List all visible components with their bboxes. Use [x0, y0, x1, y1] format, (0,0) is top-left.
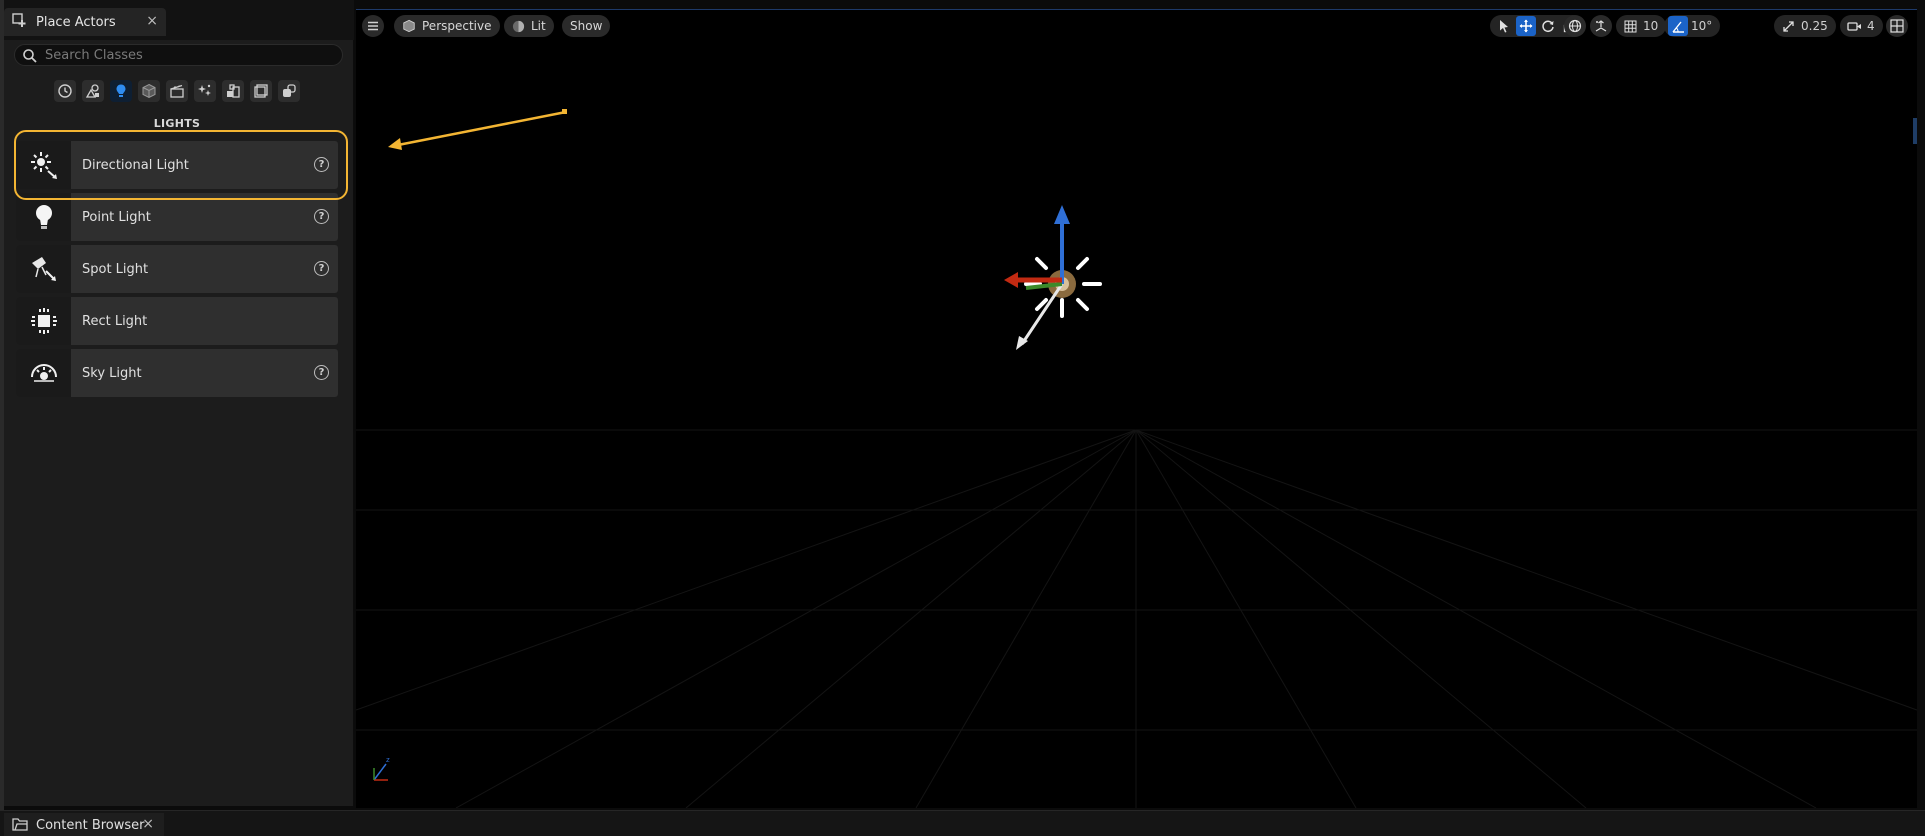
cinematic-icon [170, 84, 184, 98]
close-icon[interactable]: × [146, 13, 158, 29]
visual-effects-category-button[interactable] [194, 80, 216, 102]
basic-shapes-icon [85, 84, 99, 98]
content-browser-icon [12, 816, 28, 835]
search-input[interactable] [45, 47, 342, 63]
basic-category-button[interactable] [82, 80, 104, 102]
camera-speed-value[interactable]: 4 [1866, 19, 1879, 33]
highlight-outline [14, 130, 348, 200]
camera-speed-icon[interactable] [1844, 16, 1864, 36]
list-item-rect-light[interactable]: Rect Light [16, 297, 338, 345]
clock-icon [58, 84, 72, 98]
grid-snap-value[interactable]: 10 [1642, 19, 1662, 33]
show-flags-button[interactable]: Show [562, 15, 611, 37]
visual-effects-icon [198, 84, 211, 96]
place-actors-icon [12, 12, 28, 32]
section-label-lights: LIGHTS [153, 117, 201, 130]
perspective-button[interactable]: Perspective [394, 15, 500, 37]
geometry-icon [227, 84, 240, 98]
content-browser-tab-title: Content Browser [36, 817, 145, 833]
world-local-toggle[interactable] [1564, 15, 1586, 37]
recently-placed-category-button[interactable] [54, 80, 76, 102]
unreal-editor: Place Actors × Search Classes LIGHTS Dir… [0, 0, 1925, 836]
show-label: Show [570, 19, 603, 33]
perspective-label: Perspective [422, 19, 492, 33]
help-icon[interactable]: ? [314, 209, 329, 224]
point-light-icon [16, 193, 71, 241]
rotation-snap-group[interactable]: 10° [1664, 15, 1721, 37]
spot-light-icon [16, 245, 71, 293]
lit-sphere-icon [512, 20, 525, 32]
rotation-snap-value[interactable]: 10° [1690, 19, 1716, 33]
category-bar [54, 80, 300, 102]
list-item-point-light[interactable]: Point Light ? [16, 193, 338, 241]
select-mode-icon[interactable] [1494, 16, 1514, 36]
view-mode-lit-button[interactable]: Lit [504, 15, 554, 37]
list-item-label: Sky Light [82, 365, 142, 381]
place-actors-tab-title: Place Actors [36, 14, 116, 30]
list-item-sky-light[interactable]: Sky Light ? [16, 349, 338, 397]
all-classes-icon [283, 84, 296, 97]
volumes-category-button[interactable] [250, 80, 272, 102]
surface-snap-icon [1595, 20, 1607, 32]
volumes-icon [254, 84, 268, 98]
scale-snap-icon[interactable] [1778, 16, 1798, 36]
hamburger-menu-icon [368, 21, 378, 31]
layout-grid-icon [1890, 19, 1904, 33]
floor-grid [356, 429, 1917, 808]
scale-snap-value[interactable]: 0.25 [1800, 19, 1832, 33]
list-item-label: Spot Light [82, 261, 149, 277]
lightbulb-icon [116, 84, 126, 97]
all-classes-category-button[interactable] [278, 80, 300, 102]
lights-category-button[interactable] [110, 80, 132, 102]
translate-mode-icon[interactable] [1516, 16, 1536, 36]
viewport-layout-button[interactable] [1886, 15, 1908, 37]
cube-icon [142, 83, 156, 99]
content-browser-tab[interactable]: Content Browser × [4, 813, 164, 836]
svg-text:z: z [386, 756, 390, 764]
viewport-options-button[interactable] [362, 15, 384, 37]
help-icon[interactable]: ? [314, 261, 329, 276]
globe-icon [1568, 19, 1582, 33]
grid-snap-icon[interactable] [1620, 16, 1640, 36]
place-actors-panel: Place Actors × Search Classes LIGHTS Dir… [0, 0, 354, 806]
annotation-arrow [388, 109, 567, 150]
bottom-dock: Content Browser × [0, 810, 1925, 836]
viewport-scroll-indicator [1913, 118, 1917, 144]
shapes-category-button[interactable] [138, 80, 160, 102]
left-edge-strip [0, 0, 4, 836]
search-classes-field[interactable] [14, 44, 343, 66]
rect-light-icon [16, 297, 71, 345]
cinematic-category-button[interactable] [166, 80, 188, 102]
geometry-category-button[interactable] [222, 80, 244, 102]
list-item-spot-light[interactable]: Spot Light ? [16, 245, 338, 293]
surface-snapping-toggle[interactable] [1590, 15, 1612, 37]
cube-icon [403, 19, 415, 33]
lit-label: Lit [531, 19, 546, 33]
level-viewport[interactable]: Perspective Lit Show 10 10° 0.25 4 z [356, 10, 1917, 808]
grid-snap-group[interactable]: 10 [1616, 15, 1667, 37]
axis-indicator: z [373, 756, 390, 781]
transform-gizmo[interactable] [982, 190, 1122, 360]
close-icon[interactable]: × [142, 816, 154, 832]
place-actors-tab[interactable]: Place Actors × [4, 8, 166, 36]
camera-speed-group[interactable]: 4 [1840, 15, 1883, 37]
rotation-snap-icon[interactable] [1668, 16, 1688, 36]
sky-light-icon [16, 349, 71, 397]
viewport-toolbar: Perspective Lit Show 10 10° 0.25 4 [356, 15, 1917, 39]
list-item-label: Rect Light [82, 313, 148, 329]
place-actors-tabbar: Place Actors × [0, 0, 354, 40]
scale-snap-group[interactable]: 0.25 [1774, 15, 1836, 37]
search-icon [22, 48, 38, 68]
help-icon[interactable]: ? [314, 365, 329, 380]
list-item-label: Point Light [82, 209, 151, 225]
rotate-mode-icon[interactable] [1538, 16, 1558, 36]
